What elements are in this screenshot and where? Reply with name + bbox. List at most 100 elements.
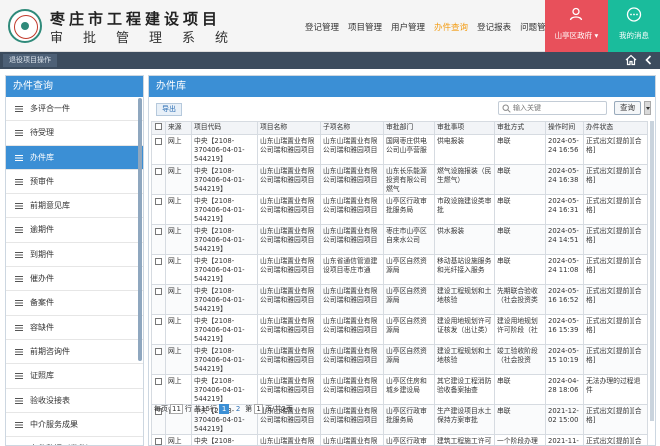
sidebar-item[interactable]: 中介服务成果 — [6, 413, 143, 438]
row-checkbox[interactable] — [155, 258, 162, 265]
column-header[interactable]: 操作时间 — [545, 121, 584, 135]
sidebar-item[interactable]: 逾期件 — [6, 218, 143, 243]
table-row[interactable]: 网上中央【2108-370406-04-01-544219】山东山瑞置业有限公司… — [151, 134, 648, 165]
select-all-checkbox[interactable] — [155, 123, 162, 130]
row-checkbox[interactable] — [155, 228, 162, 235]
column-header[interactable]: 子项名称 — [320, 121, 384, 135]
list-icon — [15, 130, 23, 137]
nav-item-users[interactable]: 用户管理 — [391, 21, 425, 33]
cell-project: 山东山瑞置业有限公司瑞和雅园项目 — [257, 314, 321, 345]
search-icon — [502, 104, 511, 113]
sidebar-item[interactable]: 证照库 — [6, 364, 143, 389]
cell-source: 网上 — [165, 374, 192, 405]
row-checkbox[interactable] — [155, 138, 162, 145]
cell-method: 串联 — [494, 374, 546, 405]
export-button[interactable]: 导出 — [156, 103, 182, 116]
page-2-link[interactable]: 2 — [233, 404, 243, 414]
list-icon — [15, 397, 23, 404]
messages-button[interactable]: 我的消息 — [608, 0, 660, 52]
back-icon[interactable] — [643, 54, 655, 66]
sidebar-item[interactable]: 到期件 — [6, 243, 143, 268]
column-header[interactable]: 项目代码 — [191, 121, 258, 135]
cell-status: 正式出文[提前][合格] — [583, 314, 648, 345]
sidebar-item-label: 中介服务成果 — [30, 419, 78, 429]
column-header[interactable]: 审批事项 — [434, 121, 495, 135]
sidebar-scrollbar[interactable] — [138, 98, 142, 361]
table-row[interactable]: 网上中央【2108-370406-04-01-544219】山东山瑞置业有限公司… — [151, 434, 648, 445]
cell-dept: 山亭区自然资源局 — [383, 284, 435, 315]
cell-dept: 山亭区自然资源局 — [383, 344, 435, 375]
column-header[interactable]: 项目名称 — [257, 121, 321, 135]
cell-status: 正式出文[提前][合格] — [583, 344, 648, 375]
list-icon — [15, 276, 23, 283]
cell-time: 2024-05-24 14:51 — [545, 224, 584, 255]
row-select-cell — [151, 314, 166, 345]
nav-item-registration[interactable]: 登记管理 — [305, 21, 339, 33]
sidebar-item[interactable]: 前期意见库 — [6, 194, 143, 219]
row-checkbox[interactable] — [155, 378, 162, 385]
sidebar-item[interactable]: 催办件 — [6, 267, 143, 292]
pager-total: 行 共15行 — [184, 405, 218, 413]
table-row[interactable]: 网上中央【2108-370406-04-01-544219】山东山瑞置业有限公司… — [151, 164, 648, 195]
row-checkbox[interactable] — [155, 168, 162, 175]
row-checkbox[interactable] — [155, 198, 162, 205]
row-checkbox[interactable] — [155, 438, 162, 445]
table-row[interactable]: 网上中央【2108-370406-04-01-544219】山东山瑞置业有限公司… — [151, 194, 648, 225]
list-icon — [15, 227, 23, 234]
cell-method: 串联 — [494, 254, 546, 285]
breadcrumb-tab[interactable]: 退役项目操作 — [3, 54, 57, 67]
column-header[interactable]: 审批方式 — [494, 121, 546, 135]
cell-method: 串联 — [494, 404, 546, 435]
cell-sub: 山东山瑞置业有限公司瑞和雅园项目 — [320, 314, 384, 345]
sidebar-item[interactable]: 备案件 — [6, 291, 143, 316]
cell-time: 2024-05-24 16:56 — [545, 134, 584, 165]
table-row[interactable]: 网上中央【2108-370406-04-01-544219】山东山瑞置业有限公司… — [151, 374, 648, 405]
table-row[interactable]: 网上中央【2108-370406-04-01-544219】山东山瑞置业有限公司… — [151, 224, 648, 255]
cell-status: 正式出文[提前][合格] — [583, 134, 648, 165]
cell-sub: 山东山瑞置业有限公司瑞和雅园项目 — [320, 284, 384, 315]
page-size-input[interactable]: 11 — [170, 404, 183, 414]
user-menu-button[interactable]: 山亭区政府 ▾ — [545, 0, 608, 52]
cell-method: 建设用地规划许可阶段（社 — [494, 314, 546, 345]
nav-item-reports[interactable]: 登记报表 — [477, 21, 511, 33]
search-button[interactable]: 查询 — [614, 101, 641, 115]
cell-project: 山东山瑞置业有限公司瑞和雅园项目 — [257, 284, 321, 315]
page-1-link[interactable]: 1 — [219, 404, 230, 414]
more-options-button[interactable] — [644, 101, 651, 115]
sidebar-item[interactable]: 多评合一件 — [6, 97, 143, 122]
cell-code: 中央【2108-370406-04-01-544219】 — [191, 284, 258, 315]
cell-item: 市政设施建设类审批 — [434, 194, 495, 225]
table-row[interactable]: 网上中央【2108-370406-04-01-544219】山东山瑞置业有限公司… — [151, 284, 648, 315]
search-input[interactable] — [513, 103, 605, 113]
column-header[interactable]: 来源 — [165, 121, 192, 135]
table-scrollbar[interactable] — [650, 121, 654, 421]
goto-page-input[interactable]: 1 — [254, 404, 264, 414]
select-all-cell — [151, 121, 166, 135]
breadcrumb-bar: 退役项目操作 — [0, 52, 660, 69]
row-checkbox[interactable] — [155, 318, 162, 325]
sidebar-item[interactable]: 办件数据（发件） — [6, 437, 143, 445]
cell-source: 网上 — [165, 284, 192, 315]
sidebar-item[interactable]: 待受理 — [6, 121, 143, 146]
row-checkbox[interactable] — [155, 348, 162, 355]
column-header[interactable]: 办件状态 — [583, 121, 648, 135]
home-icon[interactable] — [625, 54, 637, 66]
sidebar-item[interactable]: 容缺件 — [6, 316, 143, 340]
sidebar-list: 多评合一件 待受理 办件库 预审件 前期意见库 逾期件 到期件 催办件 备案件 容缺件 前期咨询件证… — [6, 97, 143, 445]
column-header[interactable]: 审批部门 — [383, 121, 435, 135]
cell-sub: 山东省通信管道建设项目枣庄市通 — [320, 254, 384, 285]
table-row[interactable]: 网上中央【2108-370406-04-01-544219】山东山瑞置业有限公司… — [151, 314, 648, 345]
nav-item-projects[interactable]: 项目管理 — [348, 21, 382, 33]
sidebar-item[interactable]: 前期咨询件 — [6, 340, 143, 365]
sidebar-item[interactable]: 预审件 — [6, 170, 143, 195]
user-icon — [569, 7, 583, 21]
cell-time: 2021-11-11 11:43 — [545, 434, 584, 445]
sidebar-item[interactable]: 办件库 — [6, 145, 143, 170]
row-checkbox[interactable] — [155, 288, 162, 295]
nav-item-case-query[interactable]: 办件查询 — [434, 21, 468, 33]
cell-time: 2024-05-15 10:19 — [545, 344, 584, 375]
cell-status: 正式出文[提前][合格] — [583, 404, 648, 435]
table-row[interactable]: 网上中央【2108-370406-04-01-544219】山东山瑞置业有限公司… — [151, 344, 648, 375]
table-row[interactable]: 网上中央【2108-370406-04-01-544219】山东山瑞置业有限公司… — [151, 254, 648, 285]
sidebar-item[interactable]: 验收没接表 — [6, 389, 143, 413]
